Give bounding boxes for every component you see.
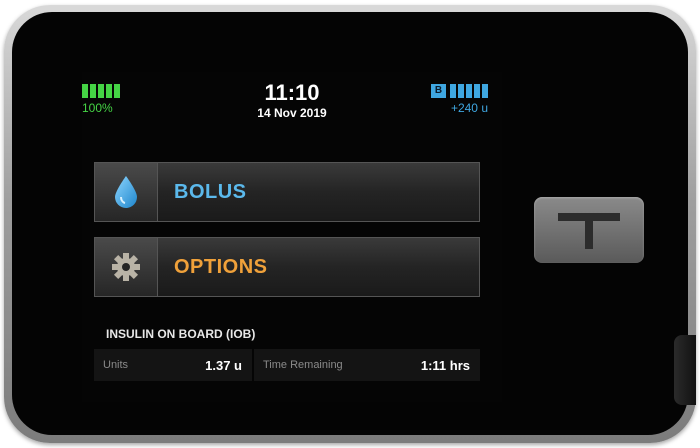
iob-units-cell: Units 1.37 u bbox=[94, 349, 254, 381]
pump-device: 100% 11:10 14 Nov 2019 B +240 u BOLUS OP… bbox=[4, 5, 696, 443]
bolus-label: BOLUS bbox=[174, 180, 247, 203]
gear-icon bbox=[112, 253, 140, 281]
battery-bar bbox=[98, 84, 104, 98]
battery-bar bbox=[90, 84, 96, 98]
reservoir-bar bbox=[458, 84, 464, 98]
current-date: 14 Nov 2019 bbox=[257, 106, 327, 120]
battery-bar bbox=[82, 84, 88, 98]
options-icon-box bbox=[95, 238, 158, 296]
iob-heading: INSULIN ON BOARD (IOB) bbox=[106, 327, 256, 341]
current-time: 11:10 bbox=[264, 80, 320, 105]
pump-screen: 100% 11:10 14 Nov 2019 B +240 u BOLUS OP… bbox=[82, 72, 502, 402]
t-logo-icon bbox=[558, 213, 620, 249]
reservoir-bar bbox=[450, 84, 456, 98]
bolus-button[interactable]: BOLUS bbox=[94, 162, 480, 222]
options-label: OPTIONS bbox=[174, 255, 268, 278]
bolus-icon-box bbox=[95, 163, 158, 221]
iob-time-value: 1:11 hrs bbox=[420, 357, 470, 373]
battery-bars bbox=[82, 84, 120, 98]
battery-percent: 100% bbox=[82, 101, 113, 115]
screen-bezel: 100% 11:10 14 Nov 2019 B +240 u BOLUS OP… bbox=[12, 12, 688, 435]
reservoir-amount: +240 u bbox=[450, 101, 488, 115]
screen-on-button[interactable] bbox=[534, 197, 644, 263]
reservoir-bar bbox=[466, 84, 472, 98]
iob-units-value: 1.37 u bbox=[205, 357, 242, 373]
clock: 11:10 14 Nov 2019 bbox=[232, 80, 352, 121]
reservoir-bar bbox=[482, 84, 488, 98]
battery-indicator: 100% bbox=[82, 84, 120, 115]
iob-time-label: Time Remaining bbox=[263, 359, 343, 371]
battery-bar bbox=[114, 84, 120, 98]
reservoir-indicator: B +240 u bbox=[431, 84, 488, 115]
iob-row: Units 1.37 u Time Remaining 1:11 hrs bbox=[94, 349, 480, 381]
battery-bar bbox=[106, 84, 112, 98]
reservoir-badge: B bbox=[431, 84, 446, 98]
iob-time-cell: Time Remaining 1:11 hrs bbox=[254, 349, 480, 381]
options-button[interactable]: OPTIONS bbox=[94, 237, 480, 297]
reservoir-bars bbox=[450, 84, 488, 98]
iob-panel: INSULIN ON BOARD (IOB) Units 1.37 u Time… bbox=[94, 327, 480, 381]
iob-units-label: Units bbox=[103, 359, 129, 371]
reservoir-bar bbox=[474, 84, 480, 98]
insulin-drop-icon bbox=[115, 176, 137, 208]
tubing-connector bbox=[674, 335, 696, 405]
